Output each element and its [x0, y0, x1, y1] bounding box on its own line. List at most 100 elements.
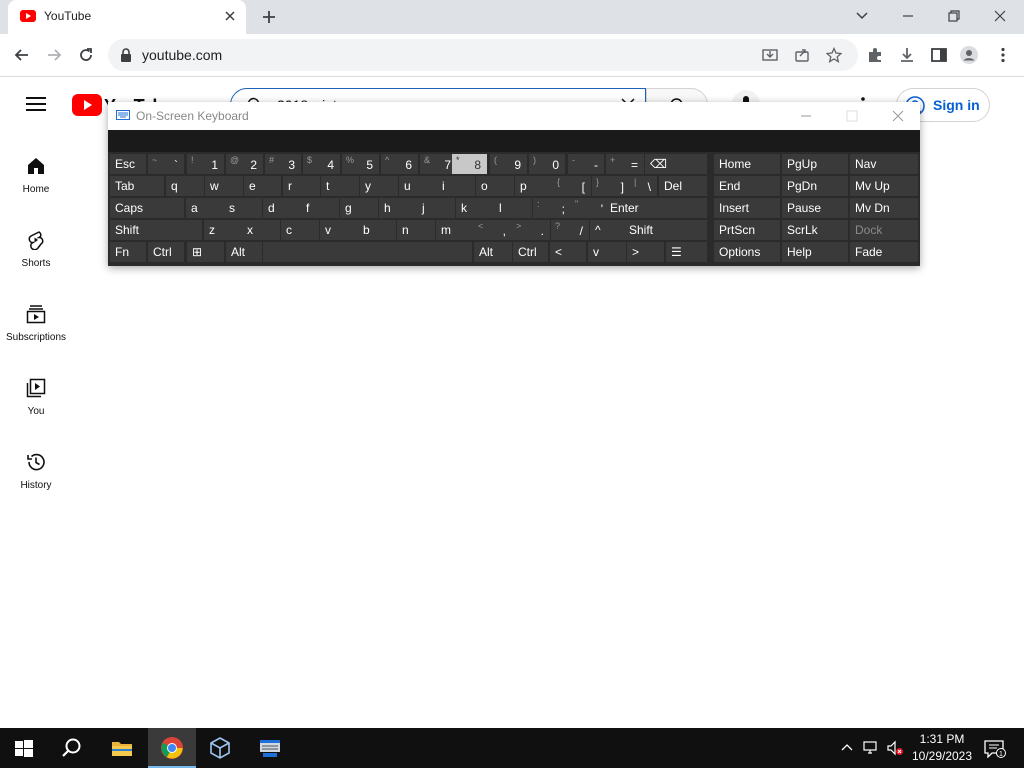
- key-s[interactable]: s: [224, 198, 262, 218]
- key-p[interactable]: p: [515, 176, 553, 196]
- taskbar-on-screen-keyboard[interactable]: [246, 728, 294, 768]
- key-del[interactable]: Del: [659, 176, 707, 196]
- key-scrlk[interactable]: ScrLk: [782, 220, 848, 240]
- key-t[interactable]: t: [321, 176, 359, 196]
- key-fn[interactable]: Fn: [110, 242, 146, 262]
- network-icon[interactable]: [862, 740, 880, 756]
- key-d[interactable]: d: [263, 198, 301, 218]
- key-4[interactable]: $4: [303, 154, 340, 174]
- lock-icon[interactable]: [120, 48, 132, 62]
- chrome-menu-icon[interactable]: [994, 46, 1012, 64]
- restore-window-icon[interactable]: [944, 6, 964, 26]
- key-sym1-11[interactable]: {[: [553, 176, 591, 196]
- taskbar-file-explorer[interactable]: [98, 728, 146, 768]
- hamburger-menu-icon[interactable]: [26, 96, 46, 112]
- key-sym2-11[interactable]: " ': [571, 198, 609, 218]
- key-sym3-10[interactable]: ? /: [551, 220, 589, 240]
- key-sym4-9[interactable]: >: [627, 242, 664, 262]
- key-1[interactable]: ! 1: [187, 154, 224, 174]
- key-f[interactable]: f: [301, 198, 339, 218]
- key-8[interactable]: * 8: [452, 154, 487, 174]
- key-sym0-12[interactable]: --: [568, 154, 604, 174]
- new-tab-icon[interactable]: [259, 7, 279, 27]
- guide-item-shorts[interactable]: Shorts: [0, 230, 72, 290]
- key-3[interactable]: #3: [265, 154, 301, 174]
- profile-avatar-icon[interactable]: [960, 46, 978, 64]
- key-u[interactable]: u: [399, 176, 437, 196]
- key-home[interactable]: Home: [714, 154, 780, 174]
- key-sym2-10[interactable]: :;: [533, 198, 571, 218]
- guide-item-home[interactable]: Home: [0, 156, 72, 216]
- key-fade[interactable]: Fade: [850, 242, 918, 262]
- key-o[interactable]: o: [476, 176, 514, 196]
- guide-item-history[interactable]: History: [0, 452, 72, 512]
- volume-muted-icon[interactable]: [886, 740, 904, 756]
- key-insert[interactable]: Insert: [714, 198, 780, 218]
- key-caps[interactable]: Caps: [110, 198, 184, 218]
- key-m[interactable]: m: [436, 220, 474, 240]
- notifications-icon[interactable]: 1: [984, 740, 1006, 758]
- url-text[interactable]: youtube.com: [142, 47, 222, 63]
- key-mvup[interactable]: Mv Up: [850, 176, 918, 196]
- key-g[interactable]: g: [340, 198, 378, 218]
- guide-item-you[interactable]: You: [0, 378, 72, 438]
- address-bar[interactable]: youtube.com: [108, 39, 858, 71]
- key-help[interactable]: Help: [782, 242, 848, 262]
- key-pgdn[interactable]: PgDn: [782, 176, 848, 196]
- key-sym1-13[interactable]: | \: [630, 176, 657, 196]
- key-mvdn[interactable]: Mv Dn: [850, 198, 918, 218]
- key-sym3-8[interactable]: <,: [474, 220, 512, 240]
- share-icon[interactable]: [794, 47, 810, 63]
- key-sym3-11[interactable]: ^: [590, 220, 624, 240]
- key-z[interactable]: z: [204, 220, 242, 240]
- bookmark-star-icon[interactable]: [826, 47, 842, 63]
- taskbar-chrome[interactable]: [148, 728, 196, 768]
- key-ctrl[interactable]: Ctrl: [148, 242, 184, 262]
- clock-time[interactable]: 1:31 PM: [918, 732, 966, 746]
- key-b[interactable]: b: [358, 220, 396, 240]
- close-tab-icon[interactable]: [224, 10, 236, 22]
- key-r[interactable]: r: [283, 176, 320, 196]
- start-button[interactable]: [0, 728, 48, 768]
- key-e[interactable]: e: [244, 176, 281, 196]
- key-options[interactable]: Options: [714, 242, 780, 262]
- key-pgup[interactable]: PgUp: [782, 154, 848, 174]
- key-c[interactable]: c: [281, 220, 319, 240]
- key-sym0-14[interactable]: ⌫: [645, 154, 707, 174]
- key-sym4-2[interactable]: ⊞: [187, 242, 224, 262]
- key-end[interactable]: End: [714, 176, 780, 196]
- key-shift[interactable]: Shift: [110, 220, 202, 240]
- key-ctrl[interactable]: Ctrl: [513, 242, 548, 262]
- key-k[interactable]: k: [456, 198, 494, 218]
- key-alt[interactable]: Alt: [474, 242, 512, 262]
- key-w[interactable]: w: [205, 176, 243, 196]
- key-sym3-9[interactable]: >.: [512, 220, 550, 240]
- key-shift[interactable]: Shift: [624, 220, 707, 240]
- key-2[interactable]: @2: [226, 154, 263, 174]
- key-alt[interactable]: Alt: [226, 242, 262, 262]
- key-l[interactable]: l: [494, 198, 532, 218]
- install-app-icon[interactable]: [762, 47, 778, 63]
- side-panel-icon[interactable]: [930, 46, 948, 64]
- key-space[interactable]: [263, 242, 472, 262]
- taskbar-3d-app[interactable]: [196, 728, 244, 768]
- key-q[interactable]: q: [166, 176, 204, 196]
- close-window-icon[interactable]: [990, 6, 1010, 26]
- key-nav[interactable]: Nav: [850, 154, 918, 174]
- key-v[interactable]: v: [588, 242, 626, 262]
- key-x[interactable]: x: [242, 220, 280, 240]
- forward-arrow-icon[interactable]: [45, 46, 63, 64]
- key-i[interactable]: i: [437, 176, 475, 196]
- back-arrow-icon[interactable]: [13, 46, 31, 64]
- minimize-window-icon[interactable]: [898, 6, 918, 26]
- key-j[interactable]: j: [417, 198, 455, 218]
- key-prtscn[interactable]: PrtScn: [714, 220, 780, 240]
- key-h[interactable]: h: [379, 198, 417, 218]
- guide-item-subscriptions[interactable]: Subscriptions: [0, 304, 72, 364]
- key-y[interactable]: y: [360, 176, 398, 196]
- key-pause[interactable]: Pause: [782, 198, 848, 218]
- key-0[interactable]: ) 0: [529, 154, 565, 174]
- taskbar-search-button[interactable]: [48, 728, 96, 768]
- key-esc[interactable]: Esc: [110, 154, 146, 174]
- key-9[interactable]: (9: [490, 154, 527, 174]
